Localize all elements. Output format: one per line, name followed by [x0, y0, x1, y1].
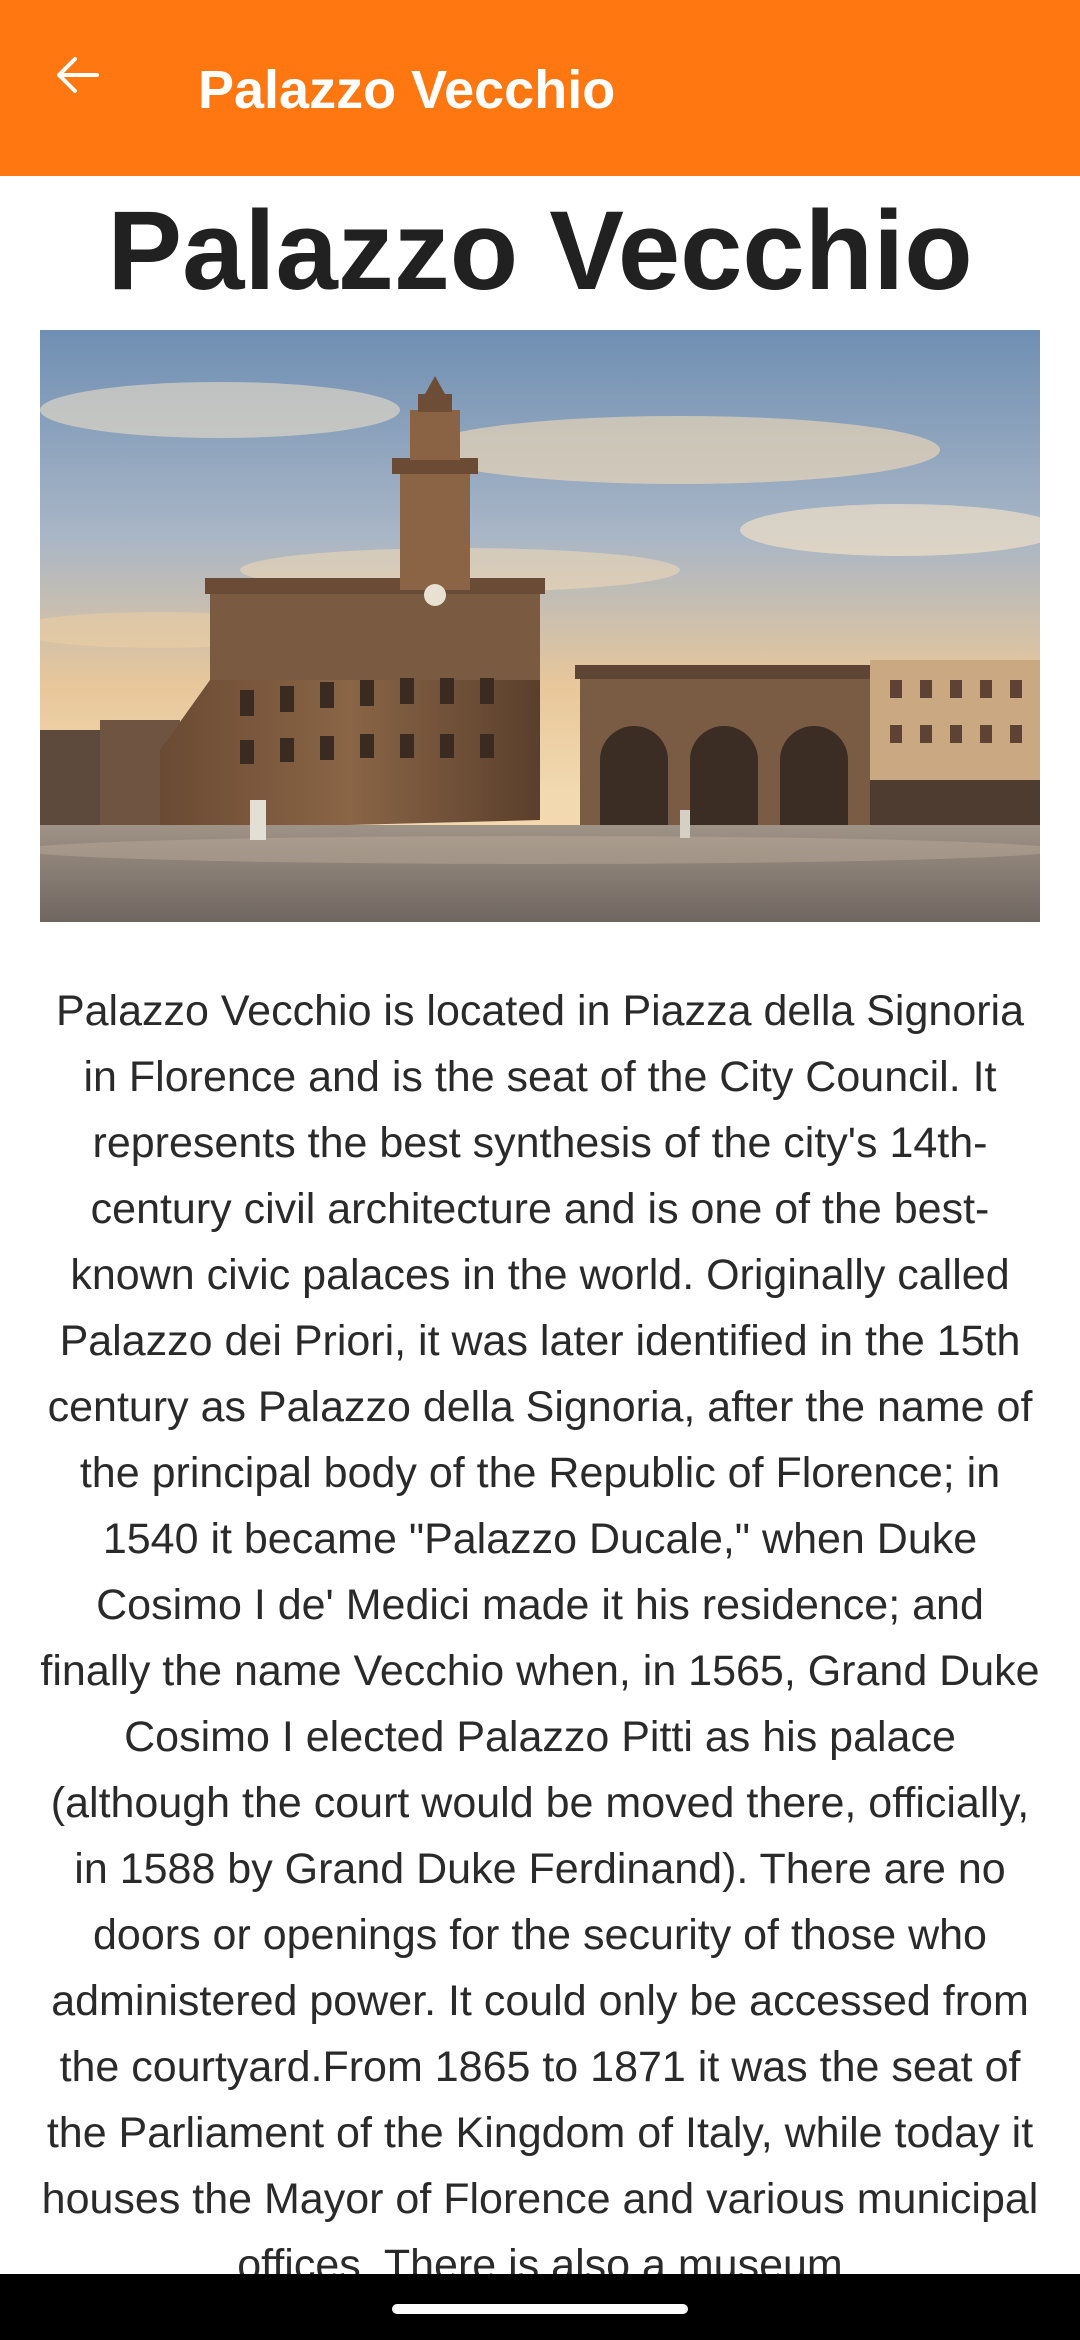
home-indicator[interactable]	[392, 2304, 688, 2314]
app-bar: Palazzo Vecchio	[0, 0, 1080, 176]
page-title: Palazzo Vecchio	[107, 188, 973, 313]
description-text: Palazzo Vecchio is located in Piazza del…	[40, 987, 1040, 2274]
arrow-left-icon	[53, 51, 101, 104]
back-button[interactable]	[40, 40, 114, 114]
palazzo-photo	[40, 330, 1040, 922]
detail-content[interactable]: Palazzo Vecchio Palazzo Vecchio is locat…	[0, 176, 1080, 2274]
app-bar-title: Palazzo Vecchio	[198, 60, 616, 120]
system-navigation-bar	[0, 2274, 1080, 2340]
